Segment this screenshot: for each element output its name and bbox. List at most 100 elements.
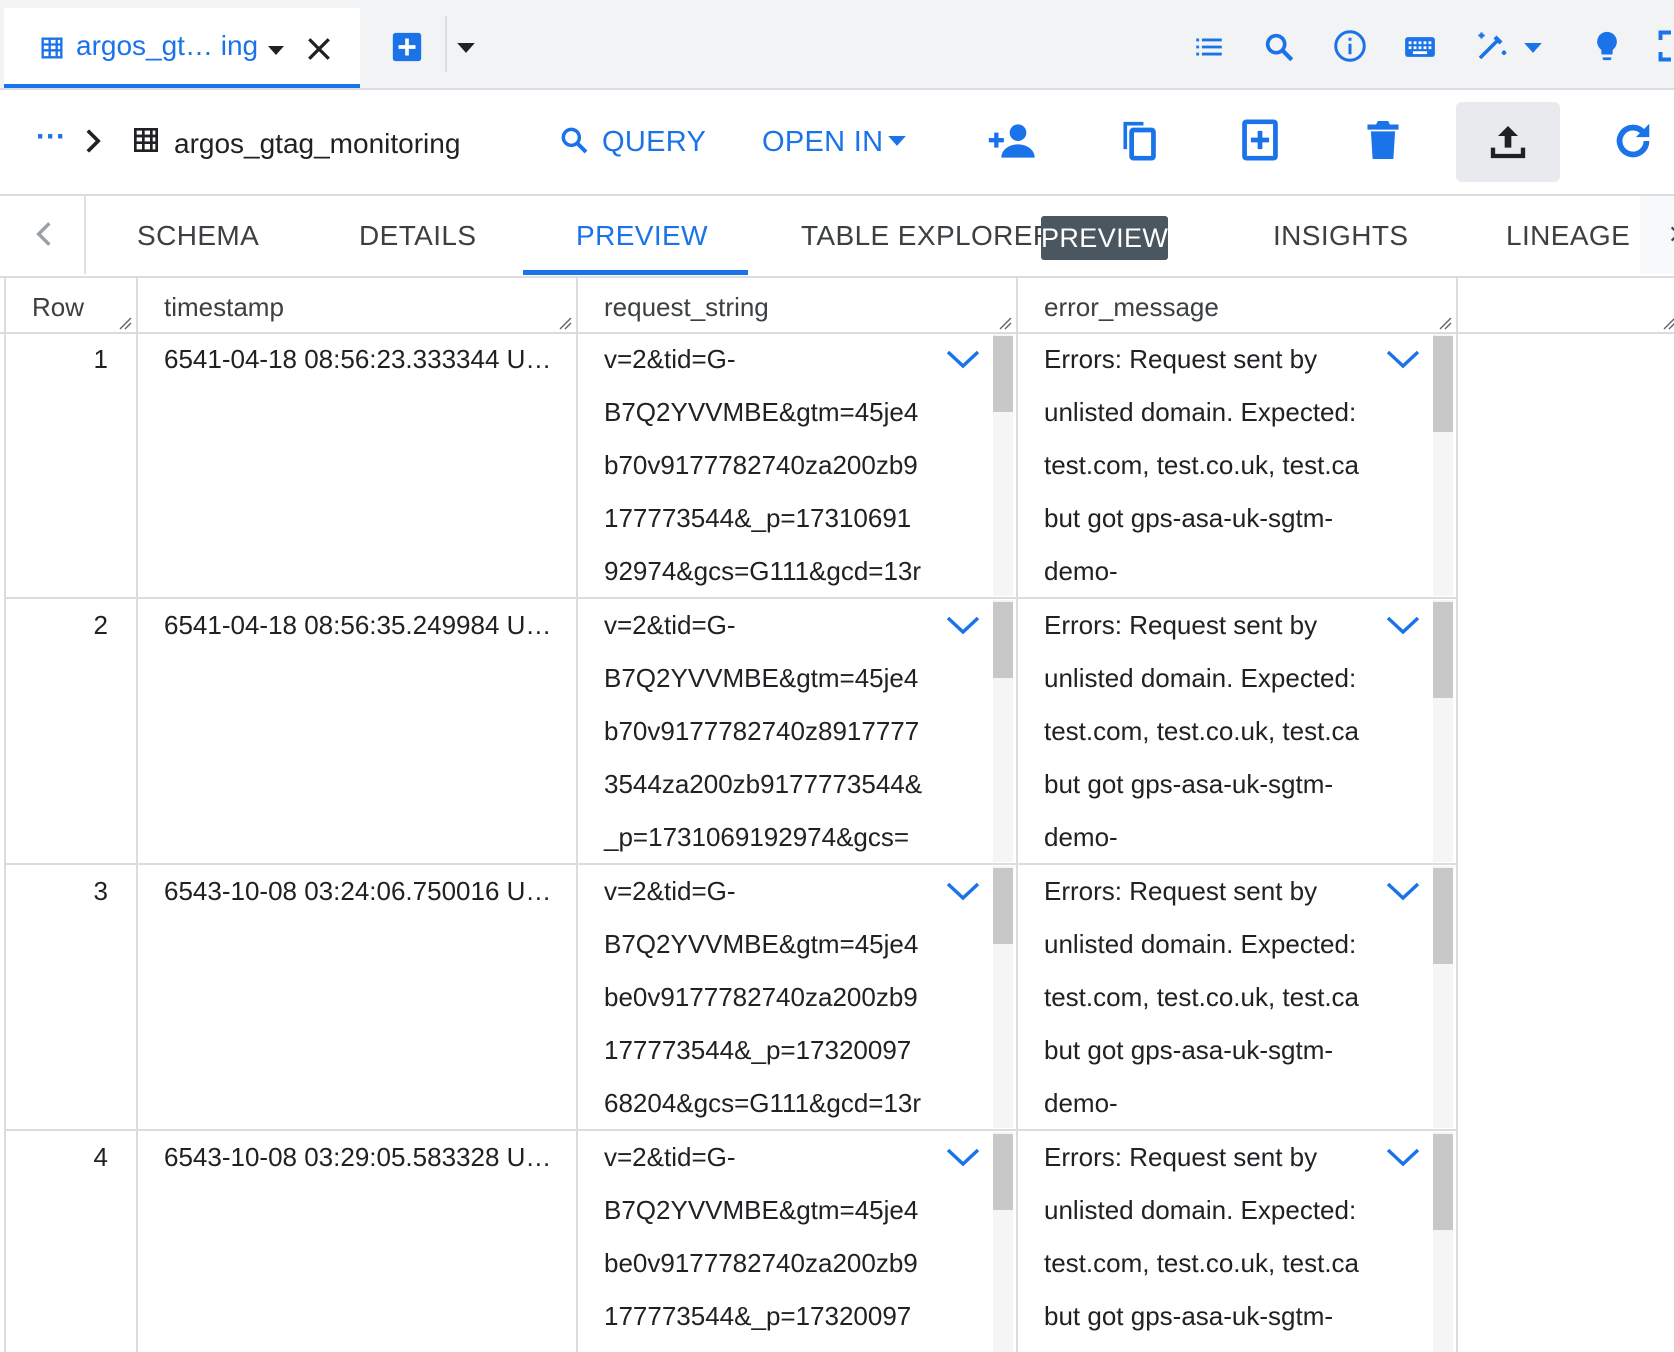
query-button[interactable]: QUERY (556, 110, 706, 174)
cell-scrollbar[interactable] (993, 866, 1013, 1128)
cell-line: test.com, test.co.uk, test.ca (1044, 450, 1360, 480)
close-icon[interactable] (306, 36, 332, 62)
row-number: 4 (93, 1142, 108, 1172)
scroll-thumb[interactable] (1433, 1134, 1453, 1230)
open-in-button[interactable]: OPEN IN (760, 110, 910, 174)
cell-scrollbar[interactable] (1433, 1132, 1453, 1352)
divider (445, 16, 447, 72)
copy-icon[interactable] (1118, 118, 1158, 162)
scroll-thumb[interactable] (993, 1134, 1013, 1210)
expand-chevron-icon[interactable] (945, 1146, 981, 1170)
search-icon[interactable] (1262, 30, 1296, 64)
info-icon[interactable] (1332, 28, 1368, 64)
cell-line: be0v9177782740za200zb9 (604, 982, 918, 1012)
column-resize-handle[interactable] (558, 316, 572, 330)
fullscreen-icon[interactable] (1656, 28, 1674, 64)
cell-line: unlisted domain. Expected: (1044, 929, 1357, 959)
error-message-cell[interactable]: Errors: Request sent by unlisted domain.… (1044, 865, 1359, 1130)
cell-scrollbar[interactable] (993, 1132, 1013, 1352)
error-message-cell[interactable]: Errors: Request sent by unlisted domain.… (1044, 599, 1359, 864)
scroll-right-button[interactable] (1640, 196, 1674, 274)
scroll-thumb[interactable] (1433, 868, 1453, 964)
cell-scrollbar[interactable] (993, 600, 1013, 862)
lightbulb-icon[interactable] (1590, 28, 1624, 64)
error-message-cell[interactable]: Errors: Request sent by unlisted domain.… (1044, 1131, 1359, 1343)
snapshot-icon[interactable] (1240, 118, 1280, 162)
cell-line: Errors: Request sent by (1044, 1142, 1318, 1172)
cell-line: test.com, test.co.uk, test.ca (1044, 982, 1360, 1012)
toolbar: ··· argos_gtag_monitoring QUERY OPEN IN (0, 90, 1674, 196)
share-add-person-icon[interactable] (988, 120, 1038, 162)
tab-details[interactable]: DETAILS (359, 220, 476, 252)
chevron-down-icon (888, 136, 906, 146)
active-tab-indicator (523, 270, 748, 275)
keyboard-icon[interactable] (1402, 30, 1438, 64)
expand-chevron-icon[interactable] (1385, 614, 1421, 638)
tab-preview[interactable]: PREVIEW (576, 220, 708, 252)
expand-chevron-icon[interactable] (1385, 1146, 1421, 1170)
expand-chevron-icon[interactable] (1385, 880, 1421, 904)
delete-icon[interactable] (1364, 118, 1402, 162)
timestamp-cell[interactable]: 6543-10-08 03:24:06.750016 U… (164, 865, 551, 918)
error-message-cell[interactable]: Errors: Request sent by unlisted domain.… (1044, 333, 1359, 598)
cell-line: v=2&tid=G- (604, 610, 736, 640)
scroll-thumb[interactable] (993, 336, 1013, 412)
chevron-down-icon[interactable] (1524, 43, 1542, 54)
scroll-thumb[interactable] (1433, 602, 1453, 698)
request-string-cell[interactable]: v=2&tid=G- B7Q2YVVMBE&gtm=45je4 be0v9177… (604, 865, 921, 1130)
column-resize-handle[interactable] (1662, 316, 1674, 330)
new-tab-icon[interactable] (390, 30, 424, 64)
cell-line: but got gps-asa-uk-sgtm- (1044, 503, 1334, 533)
chevron-down-icon[interactable] (457, 43, 475, 54)
scroll-thumb[interactable] (993, 868, 1013, 944)
timestamp-cell[interactable]: 6541-04-18 08:56:35.249984 U… (164, 599, 551, 652)
cell-line: B7Q2YVVMBE&gtm=45je4 (604, 929, 919, 959)
table-icon (134, 128, 158, 152)
column-resize-handle[interactable] (118, 316, 132, 330)
cell-line: B7Q2YVVMBE&gtm=45je4 (604, 397, 919, 427)
cell-line: v=2&tid=G- (604, 876, 736, 906)
expand-chevron-icon[interactable] (945, 880, 981, 904)
column-resize-handle[interactable] (998, 316, 1012, 330)
grid-left-border (4, 278, 6, 1352)
scroll-left-button[interactable] (4, 196, 86, 274)
editor-tab[interactable]: argos_gt… ing (4, 8, 360, 88)
expand-chevron-icon[interactable] (945, 614, 981, 638)
cell-scrollbar[interactable] (993, 334, 1013, 596)
magic-pen-icon[interactable] (1474, 28, 1510, 64)
tab-schema[interactable]: SCHEMA (137, 220, 259, 252)
breadcrumb-more[interactable]: ··· (36, 120, 66, 154)
column-resize-handle[interactable] (1438, 316, 1452, 330)
column-header-error-message[interactable]: error_message (1044, 292, 1219, 323)
cell-line: v=2&tid=G- (604, 344, 736, 374)
scroll-thumb[interactable] (1433, 336, 1453, 432)
cell-scrollbar[interactable] (1433, 600, 1453, 862)
row-number: 1 (93, 344, 108, 374)
request-string-cell[interactable]: v=2&tid=G- B7Q2YVVMBE&gtm=45je4 be0v9177… (604, 1131, 918, 1343)
cell-scrollbar[interactable] (1433, 334, 1453, 596)
request-string-cell[interactable]: v=2&tid=G- B7Q2YVVMBE&gtm=45je4 b70v9177… (604, 333, 921, 598)
expand-chevron-icon[interactable] (1385, 348, 1421, 372)
export-button[interactable] (1456, 102, 1560, 182)
expand-chevron-icon[interactable] (945, 348, 981, 372)
cell-line: 177773544&_p=17310691 (604, 503, 912, 533)
timestamp-cell[interactable]: 6541-04-18 08:56:23.333344 U… (164, 333, 551, 386)
scroll-thumb[interactable] (993, 602, 1013, 678)
cell-line: demo- (1044, 822, 1118, 852)
dropdown-caret-icon[interactable] (268, 46, 284, 56)
cell-line: be0v9177782740za200zb9 (604, 1248, 918, 1278)
tab-insights[interactable]: INSIGHTS (1273, 220, 1408, 252)
column-divider (576, 278, 578, 1352)
request-string-cell[interactable]: v=2&tid=G- B7Q2YVVMBE&gtm=45je4 b70v9177… (604, 599, 922, 864)
refresh-icon[interactable] (1610, 118, 1656, 164)
column-header-request-string[interactable]: request_string (604, 292, 769, 323)
tab-lineage[interactable]: LINEAGE (1506, 220, 1630, 252)
cell-line: B7Q2YVVMBE&gtm=45je4 (604, 1195, 919, 1225)
timestamp-cell[interactable]: 6543-10-08 03:29:05.583328 U… (164, 1131, 551, 1184)
row-number: 2 (93, 610, 108, 640)
column-header-timestamp[interactable]: timestamp (164, 292, 284, 323)
column-divider (136, 278, 138, 1352)
cell-scrollbar[interactable] (1433, 866, 1453, 1128)
list-icon[interactable] (1192, 30, 1226, 64)
tab-table-explorer[interactable]: TABLE EXPLORER (801, 220, 1054, 252)
